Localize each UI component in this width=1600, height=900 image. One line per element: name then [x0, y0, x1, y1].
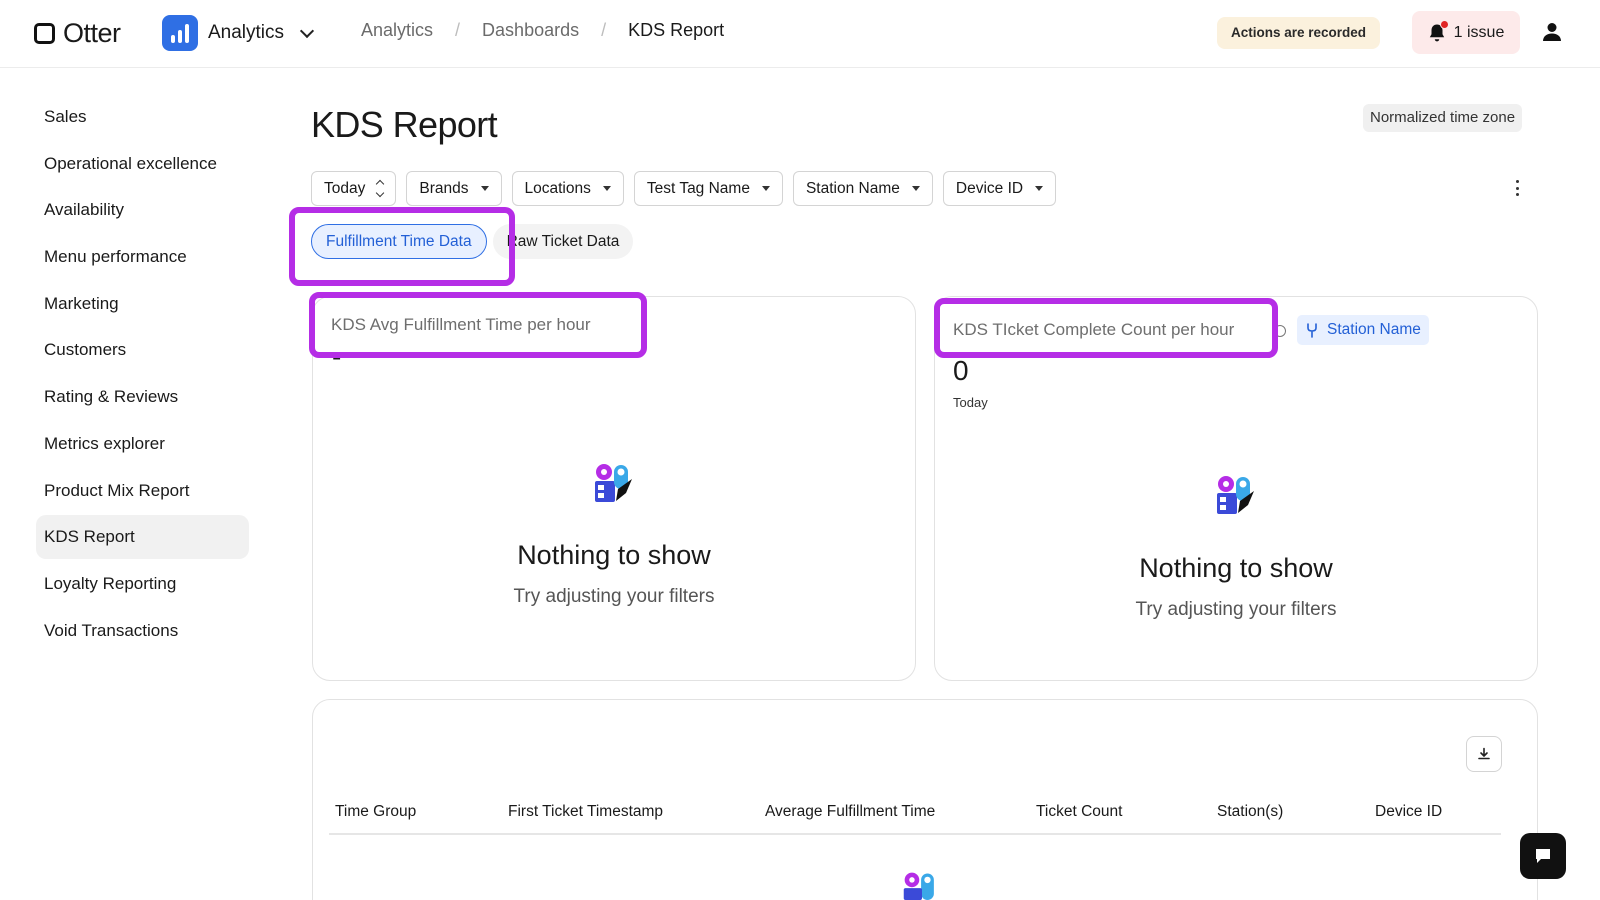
sidebar-item-operational-excellence[interactable]: Operational excellence: [36, 142, 249, 186]
locations-filter-label: Locations: [524, 179, 591, 197]
highlight-box-tab: [289, 207, 515, 286]
issues-label: 1 issue: [1453, 23, 1505, 41]
test-tag-name-filter-label: Test Tag Name: [646, 179, 750, 197]
notification-dot: [1439, 19, 1449, 29]
sidebar-item-marketing[interactable]: Marketing: [36, 282, 249, 326]
highlight-box-left-title: [309, 292, 647, 358]
caret-down-icon: [761, 186, 770, 191]
breadcrumb: Analytics / Dashboards / KDS Report: [361, 20, 724, 41]
sidebar-item-metrics-explorer[interactable]: Metrics explorer: [36, 422, 249, 466]
up-down-chevron-icon: [376, 179, 385, 198]
download-icon: [1478, 747, 1490, 760]
column-header-first-ticket-timestamp[interactable]: First Ticket Timestamp: [508, 803, 663, 821]
issues-button[interactable]: 1 issue: [1412, 11, 1520, 54]
breadcrumb-current: KDS Report: [628, 20, 725, 40]
brands-filter[interactable]: Brands: [406, 171, 502, 206]
analytics-app-icon: [162, 15, 198, 51]
sidebar-item-menu-performance[interactable]: Menu performance: [36, 235, 249, 279]
otter-logo-icon: [34, 23, 55, 44]
metric-value: 0: [953, 355, 969, 386]
date-range-filter-label: Today: [324, 179, 366, 197]
test-tag-name-filter[interactable]: Test Tag Name: [633, 171, 783, 206]
empty-state-subtitle: Try adjusting your filters: [1135, 599, 1337, 620]
column-header-label: Device ID: [1375, 803, 1443, 820]
breadcrumb-separator: /: [455, 20, 461, 40]
empty-state-illustration-icon: [595, 464, 632, 502]
locations-filter[interactable]: Locations: [511, 171, 624, 206]
metric-period-label: Today: [953, 395, 988, 410]
sidebar-nav: Sales Operational excellence Availabilit…: [36, 95, 249, 655]
empty-state-illustration-icon: [903, 872, 934, 900]
date-range-filter[interactable]: Today: [311, 171, 397, 206]
sidebar-item-availability[interactable]: Availability: [36, 188, 249, 232]
top-bar: Otter Analytics Analytics / Dashboards /…: [0, 0, 1600, 68]
empty-state-title: Nothing to show: [1139, 553, 1333, 583]
caret-down-icon: [480, 186, 489, 191]
chat-support-button[interactable]: [1520, 833, 1566, 879]
sidebar-item-sales[interactable]: Sales: [36, 95, 249, 139]
sidebar-item-product-mix-report[interactable]: Product Mix Report: [36, 469, 249, 513]
station-name-chip[interactable]: Station Name: [1297, 315, 1429, 345]
timezone-badge[interactable]: Normalized time zone: [1363, 104, 1523, 132]
otter-logo[interactable]: Otter: [34, 18, 121, 49]
column-header-device-id[interactable]: Device ID: [1375, 803, 1442, 821]
station-name-chip-label: Station Name: [1327, 321, 1421, 338]
empty-state-title: Nothing to show: [517, 540, 711, 570]
column-header-label: Station(s): [1217, 803, 1284, 820]
chat-bubble-icon: [1536, 849, 1550, 863]
column-header-time-group[interactable]: Time Group: [335, 803, 416, 821]
page-title: KDS Report: [311, 104, 498, 145]
filter-bar: Today Brands Locations Test Tag Name Sta…: [311, 171, 1057, 206]
more-options-icon[interactable]: [1516, 180, 1520, 196]
station-name-filter-label: Station Name: [805, 179, 900, 197]
sidebar-item-customers[interactable]: Customers: [36, 328, 249, 372]
caret-down-icon: [1035, 186, 1044, 191]
app-switcher-label: Analytics: [208, 22, 285, 43]
sidebar-item-loyalty-reporting[interactable]: Loyalty Reporting: [36, 562, 249, 606]
branch-icon: [1307, 323, 1317, 338]
download-button[interactable]: [1466, 736, 1502, 772]
station-name-filter[interactable]: Station Name: [792, 171, 933, 206]
highlight-box-right-title: [934, 298, 1278, 358]
caret-down-icon: [602, 186, 611, 191]
empty-state-illustration-icon: [1217, 476, 1254, 514]
chevron-down-icon: [299, 23, 315, 38]
sidebar-item-kds-report[interactable]: KDS Report: [36, 515, 249, 560]
caret-down-icon: [911, 186, 920, 191]
column-header-ticket-count[interactable]: Ticket Count: [1036, 803, 1122, 821]
user-profile-icon[interactable]: [1540, 20, 1564, 44]
sidebar-item-rating-reviews[interactable]: Rating & Reviews: [36, 375, 249, 419]
column-header-label: Average Fulfillment Time: [765, 803, 936, 820]
table-header-row: Time Group First Ticket Timestamp Averag…: [329, 795, 1501, 835]
brands-filter-label: Brands: [419, 179, 469, 197]
column-header-stations[interactable]: Station(s): [1217, 803, 1283, 821]
breadcrumb-dashboards[interactable]: Dashboards: [482, 20, 579, 41]
brand-name: Otter: [63, 18, 121, 48]
actions-recorded-badge: Actions are recorded: [1217, 17, 1381, 49]
column-header-label: Time Group: [335, 803, 417, 820]
column-header-label: First Ticket Timestamp: [508, 803, 664, 820]
breadcrumb-analytics[interactable]: Analytics: [361, 20, 433, 41]
empty-state-subtitle: Try adjusting your filters: [513, 586, 715, 607]
device-id-filter[interactable]: Device ID: [942, 171, 1057, 206]
column-header-average-fulfillment-time[interactable]: Average Fulfillment Time: [765, 803, 935, 821]
device-id-filter-label: Device ID: [955, 179, 1024, 197]
column-header-label: Ticket Count: [1036, 803, 1123, 820]
app-switcher[interactable]: Analytics: [162, 15, 315, 51]
bell-icon: [1428, 19, 1449, 43]
sidebar-item-void-transactions[interactable]: Void Transactions: [36, 609, 249, 653]
breadcrumb-separator: /: [601, 20, 607, 40]
